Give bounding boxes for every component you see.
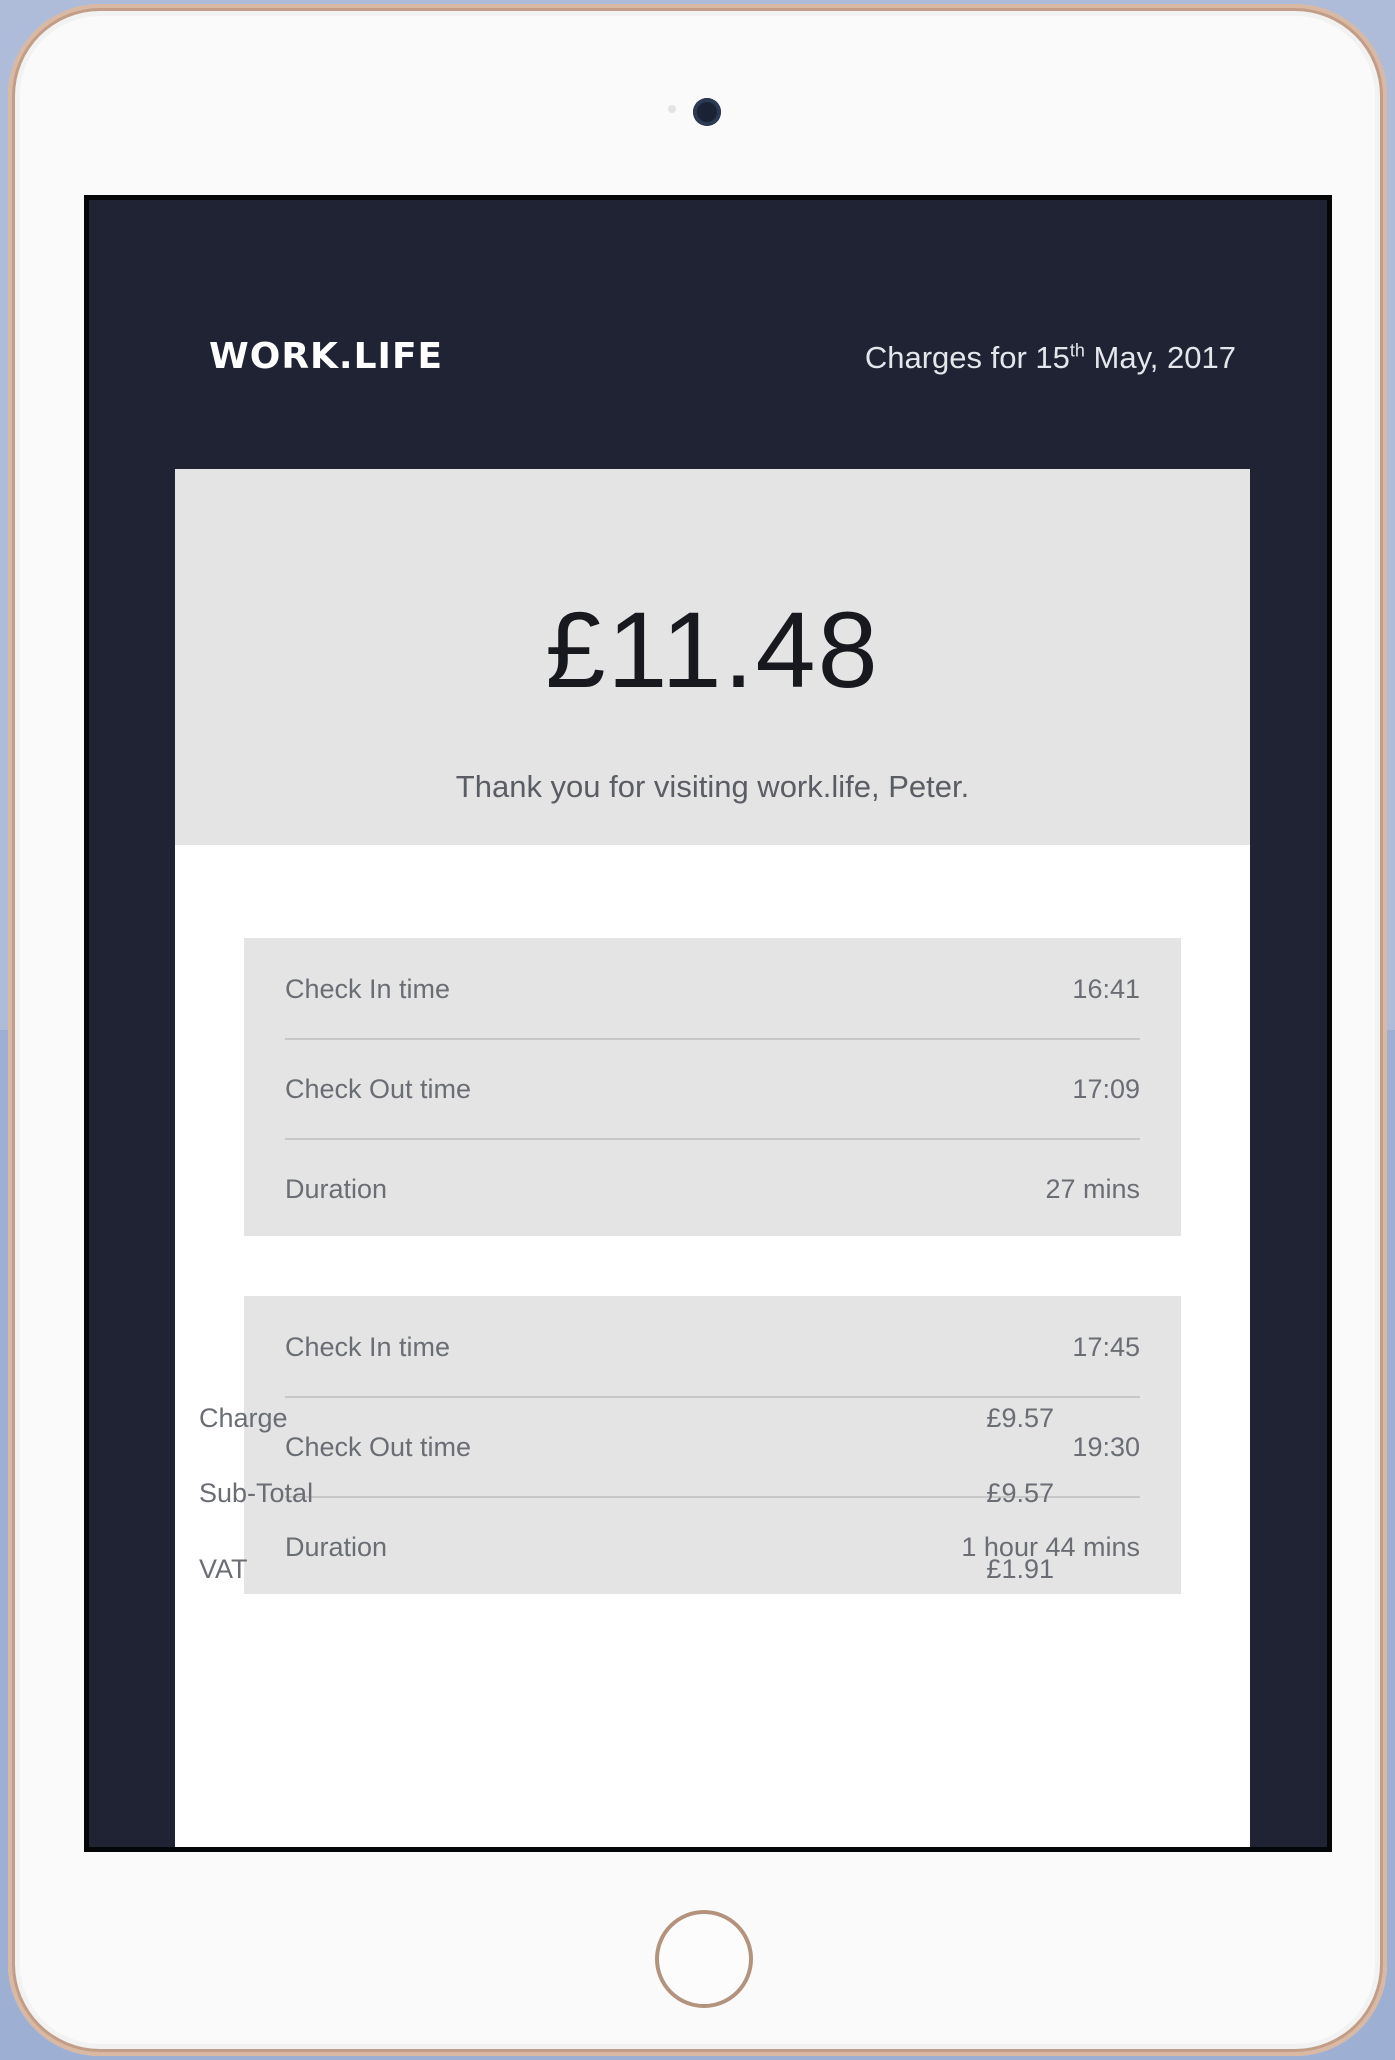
charges-date-rest: May, 2017 xyxy=(1084,340,1236,375)
vat-row: VAT £1.91 xyxy=(199,1554,1054,1594)
check-out-row: Check Out time 17:09 xyxy=(285,1038,1140,1140)
check-in-row: Check In time 17:45 xyxy=(285,1296,1140,1398)
check-out-value: 17:09 xyxy=(1072,1074,1140,1104)
check-in-value: 17:45 xyxy=(1072,1332,1140,1362)
check-in-label: Check In time xyxy=(285,1332,451,1362)
session-panel: Check In time 17:45 Check Out time 19:30… xyxy=(244,1296,1181,1594)
tablet-device: WORK.LIFE Charges for 15th May, 2017 £11… xyxy=(8,4,1387,2056)
charges-date-ordinal: th xyxy=(1069,340,1085,361)
duration-label: Duration xyxy=(285,1174,388,1204)
charge-row: Charge £9.57 xyxy=(199,1403,1054,1443)
sensor-dot xyxy=(668,105,676,113)
check-out-label: Check Out time xyxy=(285,1074,472,1104)
total-panel: £11.48 Thank you for visiting work.life,… xyxy=(175,469,1250,845)
total-amount: £11.48 xyxy=(545,589,880,710)
charge-label: Charge xyxy=(199,1403,288,1433)
charge-value: £9.57 xyxy=(986,1403,1054,1433)
thank-you-message: Thank you for visiting work.life, Peter. xyxy=(455,769,970,804)
check-in-value: 16:41 xyxy=(1072,974,1140,1004)
charges-date-prefix: Charges for 15 xyxy=(864,340,1070,375)
home-button[interactable] xyxy=(655,1910,753,2008)
front-camera-icon xyxy=(693,98,721,126)
vat-label: VAT xyxy=(199,1554,248,1584)
email-screen[interactable]: WORK.LIFE Charges for 15th May, 2017 £11… xyxy=(84,195,1332,1852)
check-in-row: Check In time 16:41 xyxy=(285,938,1140,1040)
subtotal-row: Sub-Total £9.57 xyxy=(199,1478,1054,1518)
subtotal-value: £9.57 xyxy=(986,1478,1054,1508)
vat-value: £1.91 xyxy=(986,1554,1054,1584)
receipt-card: £11.48 Thank you for visiting work.life,… xyxy=(175,469,1250,1847)
check-out-value: 19:30 xyxy=(1072,1432,1140,1462)
duration-row: Duration 27 mins xyxy=(285,1138,1140,1238)
session-panel: Check In time 16:41 Check Out time 17:09… xyxy=(244,938,1181,1236)
charges-date: Charges for 15th May, 2017 xyxy=(865,340,1236,376)
check-in-label: Check In time xyxy=(285,974,451,1004)
duration-value: 27 mins xyxy=(1045,1174,1140,1204)
subtotal-label: Sub-Total xyxy=(199,1478,314,1508)
brand-logo: WORK.LIFE xyxy=(209,336,444,377)
